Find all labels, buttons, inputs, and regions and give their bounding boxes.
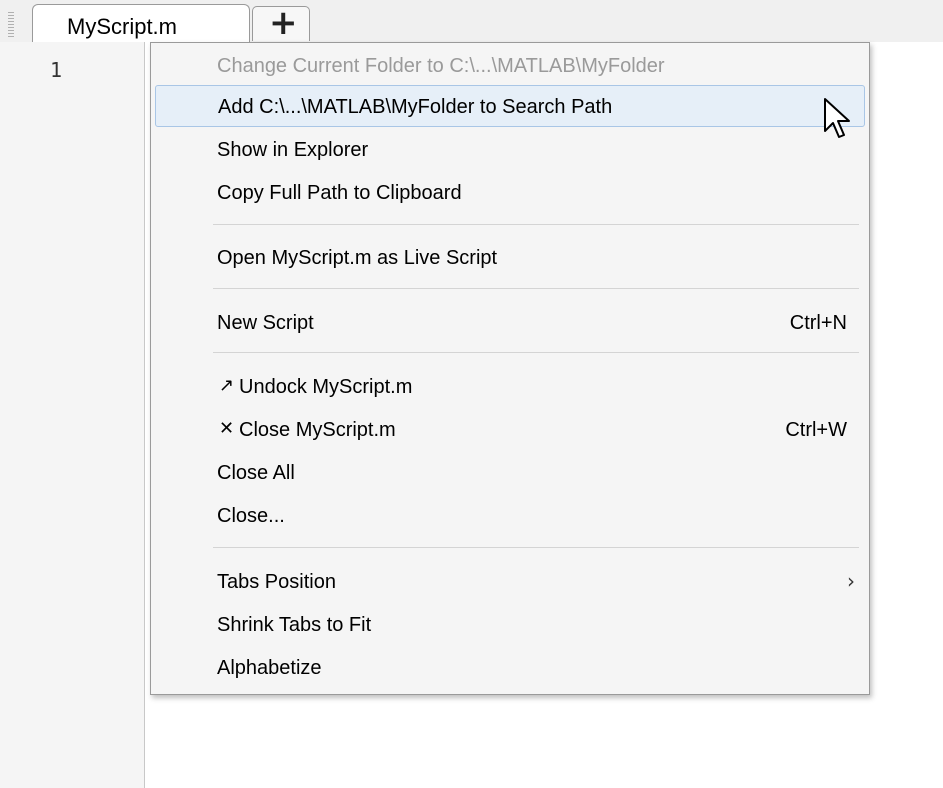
menu-item-open-as-live-script[interactable]: Open MyScript.m as Live Script xyxy=(155,237,865,279)
menu-item-label: Close... xyxy=(217,505,285,527)
menu-item-show-in-explorer[interactable]: Show in Explorer xyxy=(155,129,865,171)
line-number-gutter: 1 xyxy=(0,42,145,788)
menu-separator xyxy=(213,288,859,289)
mouse-pointer-icon xyxy=(824,98,850,138)
menu-item-shrink-tabs[interactable]: Shrink Tabs to Fit xyxy=(155,604,865,646)
tab-myscript[interactable]: MyScript.m ✕ xyxy=(32,4,274,43)
menu-item-close-myscript[interactable]: ✕ Close MyScript.m Ctrl+W xyxy=(155,409,865,451)
menu-item-tabs-position[interactable]: Tabs Position › xyxy=(155,561,865,603)
menu-item-label: Copy Full Path to Clipboard xyxy=(217,182,462,204)
undock-icon: ↗ xyxy=(219,375,235,396)
menu-item-label: Open MyScript.m as Live Script xyxy=(217,247,498,269)
menu-item-alphabetize[interactable]: Alphabetize xyxy=(155,647,865,689)
menu-item-label: Close All xyxy=(217,462,295,484)
drag-grip[interactable] xyxy=(8,12,14,38)
tab-strip: MyScript.m ✕ + xyxy=(0,0,943,43)
chevron-right-icon: › xyxy=(847,569,855,593)
menu-item-close-dialog[interactable]: Close... xyxy=(155,495,865,537)
menu-separator xyxy=(213,547,859,548)
menu-item-close-all[interactable]: Close All xyxy=(155,452,865,494)
line-number: 1 xyxy=(50,58,63,82)
menu-item-label: Shrink Tabs to Fit xyxy=(217,614,372,636)
menu-separator xyxy=(213,352,859,353)
menu-item-label: Undock MyScript.m xyxy=(239,376,413,398)
shortcut-label: Ctrl+N xyxy=(789,312,847,334)
menu-separator xyxy=(213,224,859,225)
close-icon: ✕ xyxy=(219,418,235,439)
menu-item-label: Close MyScript.m xyxy=(239,419,396,441)
menu-item-label: New Script xyxy=(217,312,314,334)
tab-title: MyScript.m xyxy=(67,14,177,39)
menu-item-label: Tabs Position xyxy=(217,571,336,593)
menu-item-copy-full-path[interactable]: Copy Full Path to Clipboard xyxy=(155,172,865,214)
context-menu: Change Current Folder to C:\...\MATLAB\M… xyxy=(150,42,870,695)
menu-item-label: Alphabetize xyxy=(217,657,322,679)
menu-item-label: Add C:\...\MATLAB\MyFolder to Search Pat… xyxy=(218,96,613,118)
new-tab-button[interactable]: + xyxy=(252,3,310,43)
menu-item-undock[interactable]: ↗ Undock MyScript.m xyxy=(155,366,865,408)
menu-item-change-current-folder: Change Current Folder to C:\...\MATLAB\M… xyxy=(155,45,865,87)
plus-icon: + xyxy=(269,3,298,43)
menu-item-add-to-search-path[interactable]: Add C:\...\MATLAB\MyFolder to Search Pat… xyxy=(155,85,865,127)
menu-item-new-script[interactable]: New Script Ctrl+N xyxy=(155,302,865,344)
menu-item-label: Show in Explorer xyxy=(217,139,369,161)
menu-item-label: Change Current Folder to C:\...\MATLAB\M… xyxy=(217,55,665,77)
shortcut-label: Ctrl+W xyxy=(785,419,847,441)
